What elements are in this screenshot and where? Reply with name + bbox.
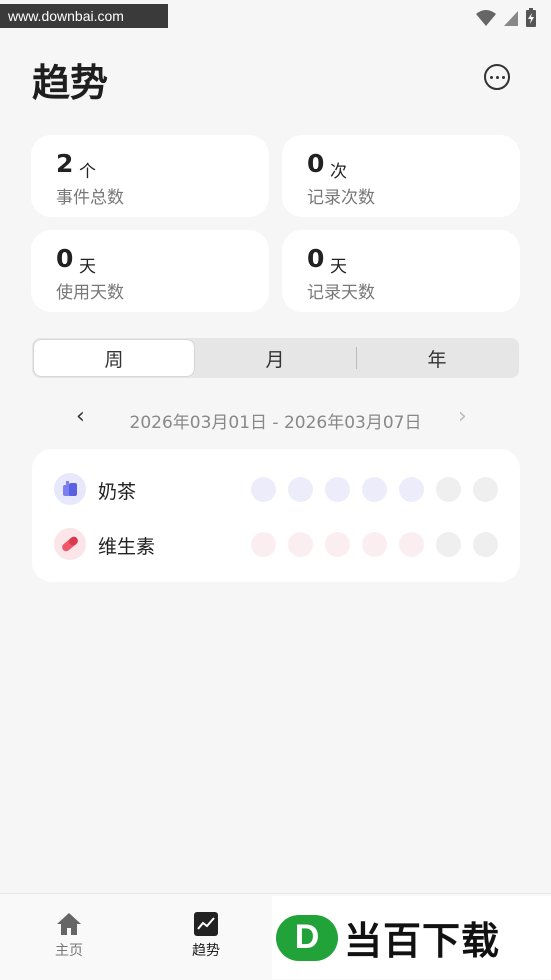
day-dot — [288, 477, 313, 502]
list-item[interactable]: 奶茶 — [32, 473, 520, 507]
stat-value: 2 — [56, 149, 74, 178]
stat-value: 0 — [56, 244, 74, 273]
brand-text: 当百下载 — [344, 919, 501, 963]
stat-card-record-count: 0 次 记录次数 — [282, 135, 520, 217]
stat-label: 记录次数 — [307, 188, 375, 208]
day-dot — [473, 477, 498, 502]
stat-label: 使用天数 — [56, 283, 124, 303]
tab-label: 主页 — [55, 943, 83, 959]
more-options-button[interactable] — [484, 64, 510, 90]
event-name: 奶茶 — [98, 481, 137, 503]
chevron-right-icon[interactable]: › — [458, 404, 467, 429]
stat-unit: 次 — [330, 162, 347, 182]
event-list-card: 奶茶 维生素 — [32, 449, 520, 582]
more-dot-icon — [495, 75, 499, 79]
day-dot — [325, 532, 350, 557]
segment-year[interactable]: 年 — [357, 340, 517, 376]
stat-card-event-total: 2 个 事件总数 — [31, 135, 269, 217]
list-item[interactable]: 维生素 — [32, 528, 520, 562]
trend-chart-icon — [194, 912, 218, 936]
week-dots — [251, 477, 498, 502]
day-dot — [325, 477, 350, 502]
stat-label: 记录天数 — [307, 283, 375, 303]
stat-unit: 天 — [79, 257, 96, 277]
stat-unit: 个 — [79, 162, 96, 182]
segment-month[interactable]: 月 — [195, 340, 355, 376]
more-dot-icon — [489, 75, 493, 79]
day-dot — [362, 477, 387, 502]
wifi-icon — [476, 10, 496, 26]
home-icon — [57, 913, 81, 935]
period-segmented-control: 周 月 年 — [32, 338, 519, 378]
day-dot — [251, 477, 276, 502]
tab-home[interactable]: 主页 — [39, 910, 99, 960]
day-dot — [288, 532, 313, 557]
stat-label: 事件总数 — [56, 188, 124, 208]
milk-tea-icon — [54, 473, 86, 505]
day-dot — [362, 532, 387, 557]
stat-card-usage-days: 0 天 使用天数 — [31, 230, 269, 312]
stat-card-record-days: 0 天 记录天数 — [282, 230, 520, 312]
day-dot — [399, 477, 424, 502]
pill-icon — [54, 528, 86, 560]
stat-value: 0 — [307, 244, 325, 273]
signal-icon — [504, 11, 518, 26]
stat-unit: 天 — [330, 257, 347, 277]
day-dot — [436, 532, 461, 557]
day-dot — [251, 532, 276, 557]
day-dot — [399, 532, 424, 557]
stat-value: 0 — [307, 149, 325, 178]
battery-icon — [526, 8, 536, 27]
chevron-left-icon[interactable]: ‹ — [76, 404, 85, 429]
segment-week[interactable]: 周 — [34, 340, 194, 376]
tab-trend[interactable]: 趋势 — [176, 910, 236, 960]
tab-label: 趋势 — [192, 943, 220, 959]
watermark-brand: D 当百下载 — [272, 896, 551, 979]
event-name: 维生素 — [98, 536, 156, 558]
date-range-row: 2026年03月01日 - 2026年03月07日 ‹ › — [0, 404, 551, 433]
brand-logo: D — [276, 914, 338, 961]
week-dots — [251, 532, 498, 557]
watermark-top: www.downbai.com — [0, 4, 168, 28]
status-bar — [475, 8, 537, 28]
more-dot-icon — [501, 75, 505, 79]
day-dot — [436, 477, 461, 502]
page-title: 趋势 — [32, 61, 109, 105]
day-dot — [473, 532, 498, 557]
